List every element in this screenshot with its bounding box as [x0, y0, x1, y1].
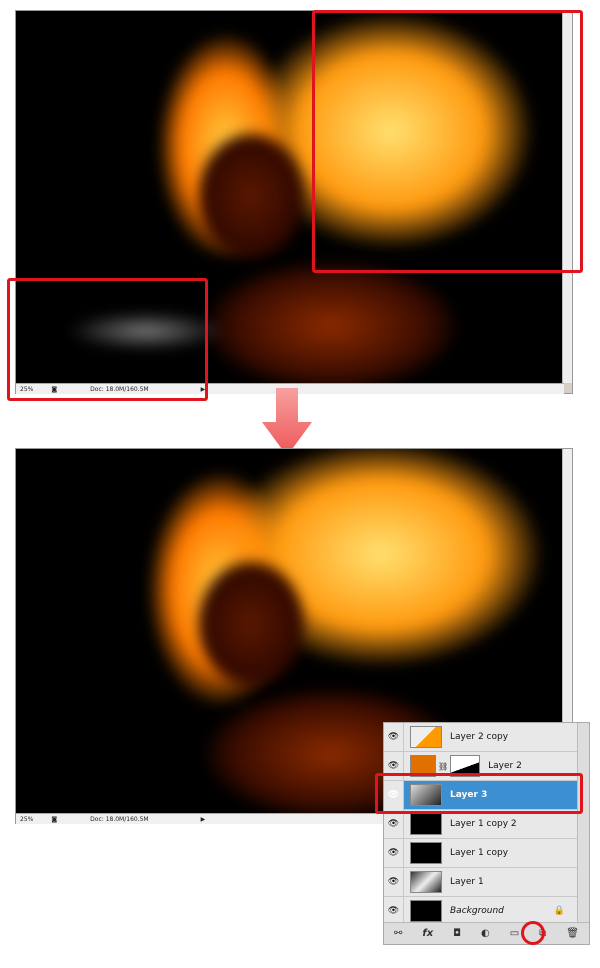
adjustment-icon[interactable]: ◐: [481, 928, 490, 939]
layer-name: Layer 1: [450, 877, 484, 887]
folder-icon[interactable]: ▭: [510, 928, 519, 939]
panel-footer: ⚯ fx ◘ ◐ ▭ ⧉ 🗑: [384, 922, 589, 944]
layer-row[interactable]: 👁 Layer 2 copy: [384, 722, 579, 752]
eye-icon[interactable]: 👁: [384, 722, 404, 752]
layer-thumbnail: [410, 813, 442, 835]
highlight-circle-new-layer: [521, 921, 545, 945]
doc-info: Doc: 18.0M/160.5M: [90, 815, 149, 823]
eye-icon[interactable]: 👁: [384, 838, 404, 868]
layer-name: Layer 2: [488, 761, 522, 771]
layer-row[interactable]: 👁 Layer 1 copy 2: [384, 809, 579, 839]
layer-row[interactable]: 👁 Layer 1 copy: [384, 838, 579, 868]
layer-name: Background: [450, 906, 504, 916]
layers-panel: 👁 Layer 2 copy 👁 ⛓ Layer 2 👁 Layer 3 👁 Layer …: [383, 722, 590, 945]
trash-icon[interactable]: 🗑: [566, 928, 579, 939]
layer-name: Layer 1 copy 2: [450, 819, 517, 829]
status-icon[interactable]: ◙: [47, 816, 61, 823]
fx-icon[interactable]: fx: [422, 928, 433, 939]
layer-thumbnail: [410, 900, 442, 922]
zoom-level[interactable]: 25%: [16, 816, 37, 823]
layer-thumbnail: [410, 871, 442, 893]
status-menu-arrow-icon[interactable]: ▶: [197, 816, 210, 823]
layer-row[interactable]: 👁 Layer 1: [384, 867, 579, 897]
mask-icon[interactable]: ◘: [453, 928, 461, 939]
panel-scrollbar[interactable]: [577, 723, 589, 923]
highlight-box-layer-3: [375, 773, 583, 814]
eye-icon[interactable]: 👁: [384, 867, 404, 897]
layer-thumbnail: [410, 726, 442, 748]
layer-name: Layer 1 copy: [450, 848, 509, 858]
link-icon[interactable]: ⚯: [394, 928, 402, 939]
down-arrow-icon: [262, 388, 312, 456]
chain-link-icon: ⛓: [438, 761, 449, 771]
layer-name: Layer 2 copy: [450, 732, 509, 742]
lock-icon: 🔒: [553, 906, 565, 916]
highlight-box-smoke: [7, 278, 208, 401]
highlight-box-hair: [312, 10, 583, 273]
layer-thumbnail: [410, 842, 442, 864]
